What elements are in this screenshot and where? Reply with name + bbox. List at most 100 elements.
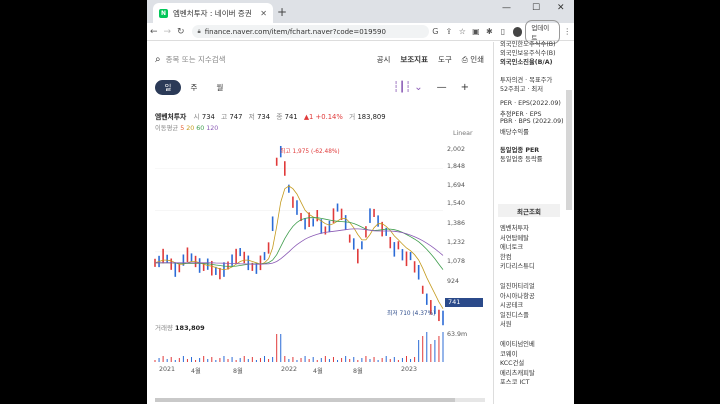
ma5-label: 5: [180, 125, 185, 132]
star-icon[interactable]: ☆: [456, 27, 470, 36]
y-tick-label: 2,002: [447, 146, 466, 153]
volume-bar: [154, 360, 156, 362]
x-tick-label: 8월: [353, 368, 363, 375]
low-value: 734: [257, 113, 271, 121]
menu-kebab-icon[interactable]: ⋮: [560, 27, 574, 36]
period-tabs: 일 주 월: [155, 80, 233, 95]
sidebar-item[interactable]: 서원: [500, 319, 512, 328]
zoom-out-icon[interactable]: —: [437, 82, 447, 93]
y-tick-label: 1,232: [447, 239, 466, 246]
sidebar-item[interactable]: PBR · BPS (2022.09): [500, 118, 564, 125]
url-text: finance.naver.com/item/fchart.naver?code…: [204, 27, 386, 36]
sidebar-item[interactable]: 한컴: [500, 252, 512, 261]
menu-indicators[interactable]: 보조지표: [400, 54, 428, 65]
sidebar-item[interactable]: 아시아나항공: [500, 291, 535, 300]
menu-disclosure[interactable]: 공시: [377, 54, 391, 65]
close-window-icon[interactable]: ✕: [557, 3, 565, 13]
chart-scrollbar[interactable]: [155, 398, 485, 402]
sidebar-item[interactable]: 일진디스플: [500, 310, 529, 319]
volume-bar: [227, 359, 229, 362]
close-tab-icon[interactable]: ✕: [260, 9, 267, 18]
close-value: 741: [284, 113, 298, 121]
scale-toggle[interactable]: Linear: [453, 130, 473, 137]
volume-bar: [308, 359, 310, 362]
volume-bar: [361, 358, 363, 362]
reload-icon[interactable]: ↻: [174, 27, 188, 37]
sidebar-item[interactable]: 에너토크: [500, 242, 523, 251]
sidebar-item[interactable]: 52주최고 · 최저: [500, 84, 543, 93]
x-tick-label: 2022: [281, 366, 298, 373]
maximize-icon[interactable]: ☐: [532, 3, 540, 13]
volume-bar: [405, 356, 407, 362]
volume-bar: [239, 358, 241, 362]
x-tick-label: 4월: [313, 368, 323, 375]
sidebar-item[interactable]: 시공테크: [500, 300, 523, 309]
sidebar-item[interactable]: 서연탑메탈: [500, 233, 529, 242]
x-tick-label: 2021: [159, 366, 176, 373]
browser-window: N 엠벤처투자 : 네이버 증권 ✕ + — ☐ ✕ ← → ↻ 🔒︎ fina…: [147, 0, 574, 404]
sidebar-item[interactable]: 외국인소진율(B/A): [500, 57, 553, 66]
sidebar-item[interactable]: 추정PER · EPS: [500, 109, 542, 118]
google-icon[interactable]: G: [429, 27, 443, 36]
search-icon[interactable]: ⌕: [155, 54, 161, 65]
sidebar-item[interactable]: 코웨이: [500, 349, 517, 358]
volume-bar: [162, 356, 164, 362]
search-input[interactable]: 종목 또는 지수검색: [166, 54, 377, 65]
volume-bar: [373, 357, 375, 362]
volume-bar: [280, 334, 282, 362]
back-icon[interactable]: ←: [147, 27, 161, 37]
profile-avatar[interactable]: [512, 26, 523, 37]
volume-bar: [349, 359, 351, 362]
x-tick-label: 8월: [233, 368, 243, 375]
volume-bar: [235, 360, 237, 362]
volume-bar: [385, 356, 387, 362]
sidebar-item[interactable]: KCC건설: [500, 358, 524, 367]
sidebar-item[interactable]: 키다리스튜디: [500, 261, 535, 270]
sidebar-item[interactable]: 외국인보유주식수(B): [500, 48, 556, 57]
sidebar-item[interactable]: 동일업종 등락률: [500, 154, 543, 163]
print-icon: ⎙: [461, 55, 468, 64]
right-panel: 외국인한도주식수(B) 외국인보유주식수(B) 외국인소진율(B/A) 투자의견 · …: [493, 39, 574, 404]
forward-icon[interactable]: →: [161, 27, 175, 37]
sidebar-item[interactable]: 배당수익률: [500, 127, 529, 136]
new-tab-icon[interactable]: +: [277, 5, 287, 19]
volume-bar: [345, 356, 347, 362]
zoom-in-icon[interactable]: +: [461, 82, 469, 93]
share-icon[interactable]: ⇪: [442, 27, 456, 36]
panel-scrollbar[interactable]: [566, 90, 572, 210]
price-chart[interactable]: [147, 140, 487, 396]
y-tick-label: 1,386: [447, 220, 466, 227]
volume-bar: [215, 360, 217, 362]
volume-bar: [211, 357, 213, 362]
sidebar-item[interactable]: 동일업종 PER: [500, 145, 539, 154]
tab-daily[interactable]: 일: [155, 80, 181, 95]
sidebar-item[interactable]: 투자의견 · 목표주가: [500, 75, 552, 84]
ma20-label: 20: [186, 125, 195, 132]
volume-bar: [186, 359, 188, 362]
chart-controls: ┆┃┆ ⌄ — +: [393, 82, 469, 93]
volume-bar: [195, 360, 197, 362]
minimize-icon[interactable]: —: [502, 3, 511, 13]
browser-tab[interactable]: N 엠벤처투자 : 네이버 증권 ✕: [153, 3, 273, 23]
sidebar-item[interactable]: 일진머티리얼: [500, 281, 535, 290]
sidebar-item[interactable]: 외국인한도주식수(B): [500, 39, 556, 48]
sidebar-item[interactable]: 엠벤처투자: [500, 223, 529, 232]
tab-weekly[interactable]: 주: [181, 80, 207, 95]
extensions-icon[interactable]: ✱: [483, 27, 497, 36]
sidebar-item[interactable]: 메리츠캐피탈: [500, 368, 535, 377]
volume-bar: [316, 360, 318, 362]
volume-bar: [328, 359, 330, 362]
address-bar[interactable]: 🔒︎ finance.naver.com/item/fchart.naver?c…: [191, 25, 429, 38]
last-price-tag: 741: [445, 298, 483, 307]
volume-bar: [397, 360, 399, 362]
menu-print[interactable]: ⎙ 인쇄: [462, 54, 484, 65]
candle-type-icon[interactable]: ┆┃┆ ⌄: [393, 82, 423, 93]
sidebar-item[interactable]: PER · EPS(2022.09): [500, 100, 561, 107]
tab-monthly[interactable]: 월: [207, 80, 233, 95]
camera-icon[interactable]: ▣: [469, 27, 483, 36]
sidebar-item[interactable]: 포스코 ICT: [500, 377, 529, 386]
sidepanel-icon[interactable]: ▯: [496, 27, 510, 36]
volume-bar: [410, 359, 412, 362]
menu-tools[interactable]: 도구: [438, 54, 452, 65]
sidebar-item[interactable]: 에이티넘인베: [500, 339, 535, 348]
